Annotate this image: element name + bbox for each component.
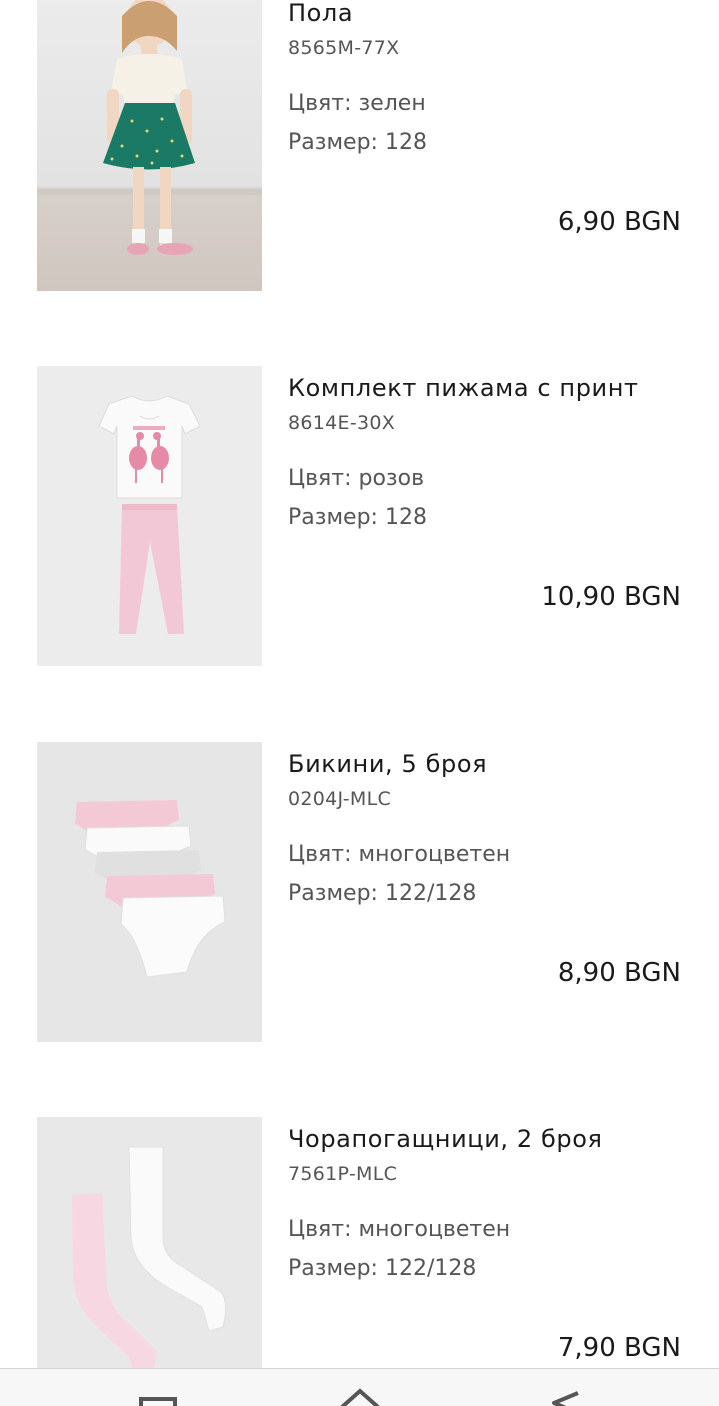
product-sku: 7561P-MLC — [288, 1163, 398, 1185]
home-button[interactable] — [330, 1385, 390, 1406]
cart-item: Чорапогащници, 2 броя 7561P-MLC Цвят: мн… — [0, 1117, 719, 1368]
product-price: 7,90 BGN — [557, 1333, 681, 1363]
home-icon — [340, 1388, 380, 1406]
product-size: Размер: 122/128 — [288, 881, 477, 906]
product-color: Цвят: многоцветен — [288, 842, 511, 867]
back-button[interactable] — [538, 1385, 598, 1406]
product-title[interactable]: Пола — [288, 0, 353, 27]
system-navigation-bar — [0, 1368, 719, 1406]
product-color: Цвят: розов — [288, 466, 425, 491]
product-size: Размер: 128 — [288, 505, 427, 530]
product-sku: 8565M-77X — [288, 37, 400, 59]
product-title[interactable]: Чорапогащници, 2 броя — [288, 1125, 603, 1153]
product-image-skirt[interactable] — [37, 0, 262, 291]
back-icon — [552, 1391, 579, 1406]
product-sku: 0204J-MLC — [288, 788, 392, 810]
cart-items-list: Пола 8565M-77X Цвят: зелен Размер: 128 6… — [0, 0, 719, 1368]
recent-apps-icon — [139, 1397, 177, 1406]
cart-item: Пола 8565M-77X Цвят: зелен Размер: 128 6… — [0, 0, 719, 291]
cart-item: Комплект пижама с принт 8614E-30X Цвят: … — [0, 366, 719, 666]
product-price: 10,90 BGN — [541, 582, 681, 612]
product-price: 8,90 BGN — [557, 958, 681, 988]
cart-item: Бикини, 5 броя 0204J-MLC Цвят: многоцвет… — [0, 742, 719, 1042]
product-price: 6,90 BGN — [557, 207, 681, 237]
product-sku: 8614E-30X — [288, 412, 396, 434]
recent-apps-button[interactable] — [128, 1385, 188, 1406]
product-image-underwear[interactable] — [37, 742, 262, 1042]
product-color: Цвят: многоцветен — [288, 1217, 511, 1242]
product-title[interactable]: Бикини, 5 броя — [288, 750, 487, 778]
product-size: Размер: 128 — [288, 130, 427, 155]
product-image-tights[interactable] — [37, 1117, 262, 1368]
product-image-pajama[interactable] — [37, 366, 262, 666]
product-color: Цвят: зелен — [288, 91, 426, 116]
product-size: Размер: 122/128 — [288, 1256, 477, 1281]
product-title[interactable]: Комплект пижама с принт — [288, 374, 639, 402]
